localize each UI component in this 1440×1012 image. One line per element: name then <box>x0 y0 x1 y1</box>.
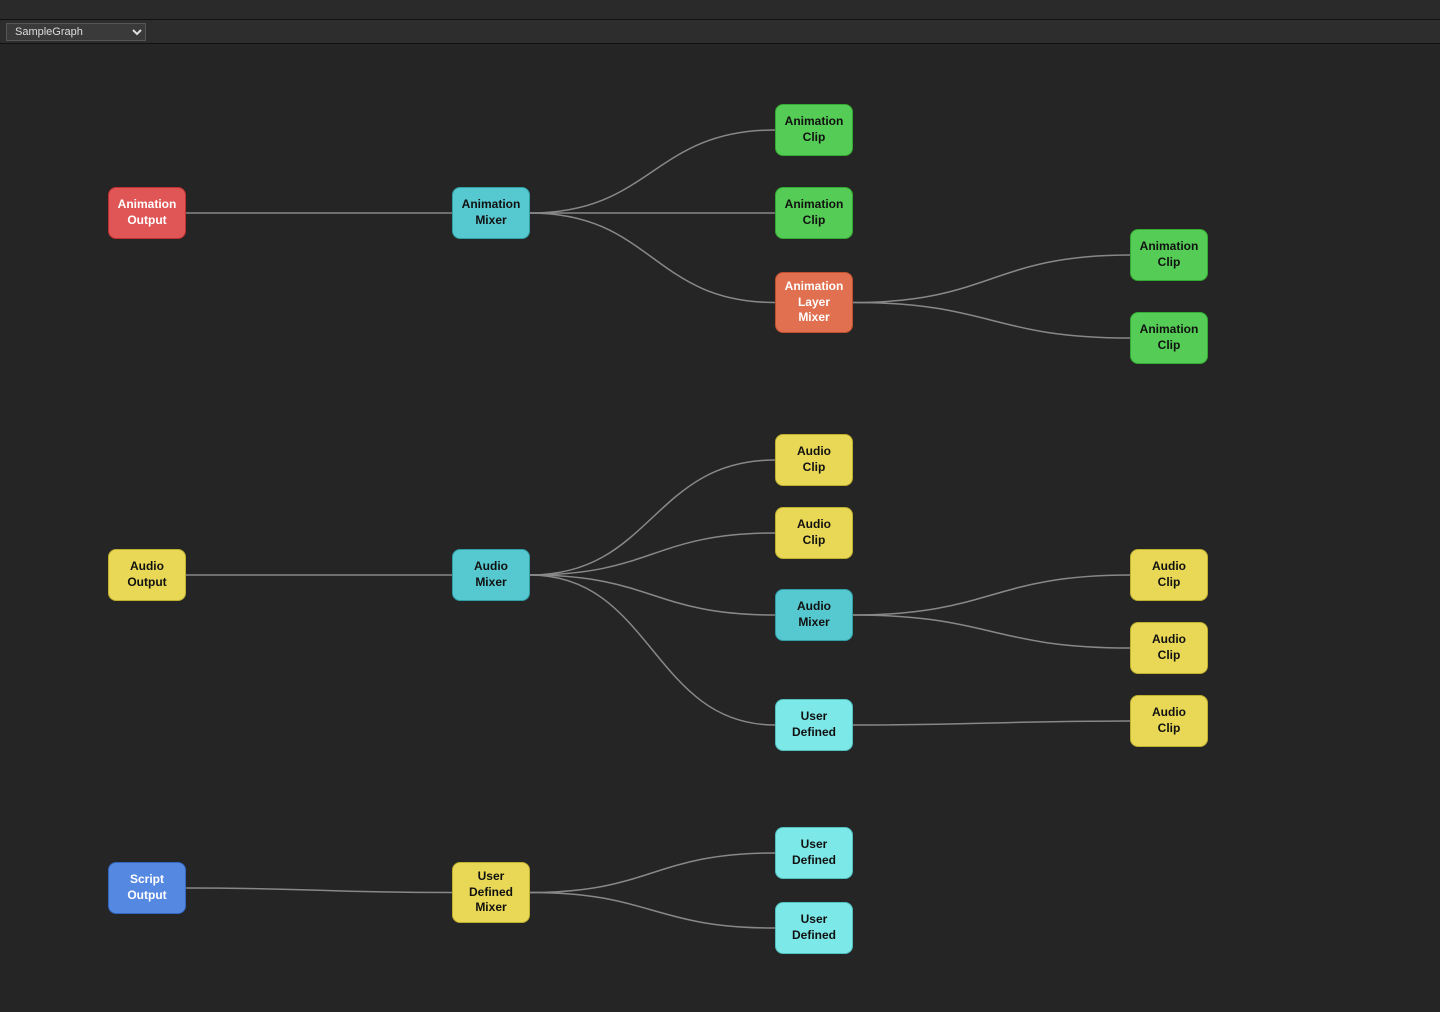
node-user_defined_mixer[interactable]: User Defined Mixer <box>452 862 530 923</box>
node-animation_output[interactable]: Animation Output <box>108 187 186 239</box>
node-script_output[interactable]: Script Output <box>108 862 186 914</box>
node-anim_clip_1[interactable]: Animation Clip <box>775 104 853 156</box>
node-user_defined_1[interactable]: User Defined <box>775 699 853 751</box>
connection-user_defined_mixer-user_defined_2 <box>530 853 775 893</box>
toolbar: SampleGraph <box>0 20 1440 44</box>
connection-animation_mixer-anim_clip_1 <box>530 130 775 213</box>
connection-audio_mixer-audio_clip_1 <box>530 460 775 575</box>
node-anim_clip_2[interactable]: Animation Clip <box>775 187 853 239</box>
connection-animation_mixer-anim_layer_mixer <box>530 213 775 303</box>
node-audio_clip_5[interactable]: Audio Clip <box>1130 695 1208 747</box>
node-audio_mixer[interactable]: Audio Mixer <box>452 549 530 601</box>
connection-script_output-user_defined_mixer <box>186 888 452 893</box>
connection-audio_mixer-audio_clip_2 <box>530 533 775 575</box>
node-anim_clip_4[interactable]: Animation Clip <box>1130 312 1208 364</box>
node-audio_clip_2[interactable]: Audio Clip <box>775 507 853 559</box>
connection-audio_mixer_2-audio_clip_3 <box>853 575 1130 615</box>
node-audio_clip_3[interactable]: Audio Clip <box>1130 549 1208 601</box>
connection-anim_layer_mixer-anim_clip_3 <box>853 255 1130 303</box>
connection-anim_layer_mixer-anim_clip_4 <box>853 303 1130 339</box>
node-audio_clip_4[interactable]: Audio Clip <box>1130 622 1208 674</box>
titlebar <box>0 0 1440 20</box>
node-anim_clip_3[interactable]: Animation Clip <box>1130 229 1208 281</box>
node-audio_clip_1[interactable]: Audio Clip <box>775 434 853 486</box>
node-audio_output[interactable]: Audio Output <box>108 549 186 601</box>
connection-user_defined_mixer-user_defined_3 <box>530 893 775 929</box>
connection-audio_mixer_2-audio_clip_4 <box>853 615 1130 648</box>
connection-audio_mixer-user_defined_1 <box>530 575 775 725</box>
connection-audio_mixer-audio_mixer_2 <box>530 575 775 615</box>
connections-svg <box>0 44 1440 1012</box>
node-audio_mixer_2[interactable]: Audio Mixer <box>775 589 853 641</box>
graph-selector[interactable]: SampleGraph <box>6 23 146 41</box>
graph-canvas: Animation Output Animation Mixer Animation… <box>0 44 1440 1012</box>
node-animation_mixer[interactable]: Animation Mixer <box>452 187 530 239</box>
node-anim_layer_mixer[interactable]: Animation Layer Mixer <box>775 272 853 333</box>
connection-user_defined_1-audio_clip_5 <box>853 721 1130 725</box>
node-user_defined_2[interactable]: User Defined <box>775 827 853 879</box>
node-user_defined_3[interactable]: User Defined <box>775 902 853 954</box>
